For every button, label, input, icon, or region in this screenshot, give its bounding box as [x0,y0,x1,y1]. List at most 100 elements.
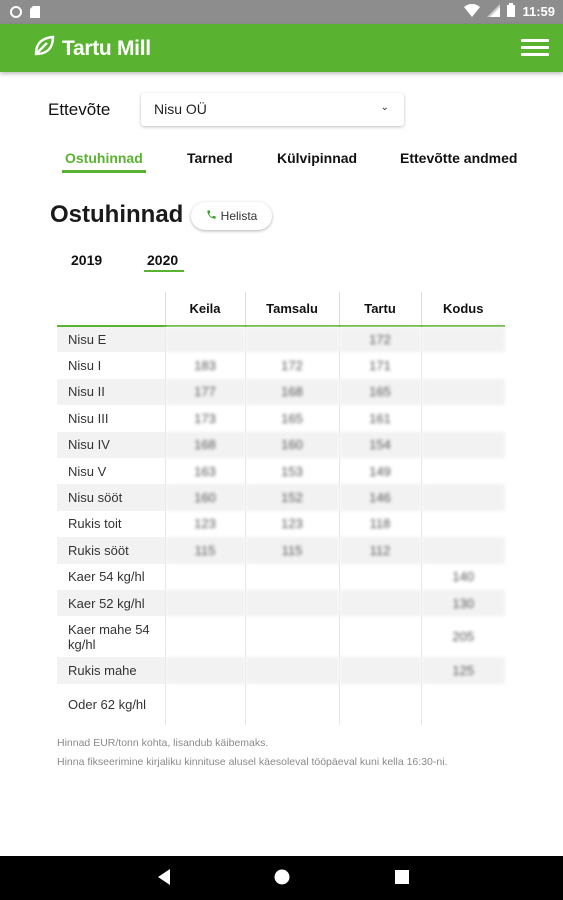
tab-ostuhinnad[interactable]: Ostuhinnad [65,150,143,166]
table-row: Nisu IV 168 160 154 [57,431,505,458]
price-cell-keila: 183 [164,352,245,379]
table-row: Rukis toit 123 123 118 [57,510,505,538]
status-bar: 11:59 [0,0,563,24]
price-cell-tamsalu [244,683,339,725]
row-grain-name: Nisu II [57,378,165,406]
price-cell-keila [164,589,245,617]
table-row: Rukis sööt 115 115 112 [57,537,505,564]
table-row: Kaer 54 kg/hl 140 [57,563,505,590]
header-cell-tamsalu: Tamsalu [244,292,339,327]
row-grain-name: Nisu E [57,326,165,353]
price-cell-tartu: 154 [338,431,421,458]
header-cell-tartu: Tartu [338,292,421,327]
table-header-row: Keila Tamsalu Tartu Kodus [57,292,505,327]
price-cell-kodus [420,405,505,432]
price-cell-tamsalu: 123 [244,510,339,538]
price-cell-tamsalu: 165 [244,405,339,432]
chevron-down-icon: ⌄ [380,102,389,113]
price-cell-tartu [338,589,421,617]
system-nav-bar [0,856,563,900]
price-cell-tamsalu: 153 [244,457,339,485]
header-cell-keila: Keila [164,292,245,327]
price-cell-tamsalu [244,589,339,617]
signal-icon [487,3,501,20]
table-row: Nisu I 183 172 171 [57,352,505,379]
price-cell-keila: 163 [164,457,245,485]
page-title: Ostuhinnad [50,201,184,228]
company-select-value: Nisu OÜ [154,101,207,117]
active-tab-indicator [62,170,146,173]
price-cell-kodus: 130 [420,589,505,617]
status-time: 11:59 [522,4,555,19]
table-row: Kaer 52 kg/hl 130 [57,589,505,617]
price-cell-tartu: 149 [338,457,421,485]
price-cell-tartu: 172 [338,326,421,353]
table-row: Oder 62 kg/hl [57,683,505,725]
price-cell-tamsalu: 152 [244,484,339,511]
row-grain-name: Kaer 52 kg/hl [57,589,165,617]
price-cell-tamsalu: 160 [244,431,339,458]
price-cell-kodus [420,484,505,511]
circle-notification-icon [10,5,22,23]
price-cell-tamsalu: 115 [244,537,339,564]
row-grain-name: Rukis mahe [57,657,165,684]
price-cell-keila: 115 [164,537,245,564]
year-tab-2019[interactable]: 2019 [71,252,102,268]
header-cell-empty [57,292,165,327]
price-cell-keila [164,616,245,658]
price-cell-keila: 123 [164,510,245,538]
row-grain-name: Kaer mahe 54 kg/hl [68,621,150,652]
price-cell-keila: 168 [164,431,245,458]
price-cell-kodus: 205 [420,616,505,658]
row-grain-name: Nisu I [68,358,102,374]
app-bar: Tartu Mill [0,24,563,72]
price-cell-tamsalu [244,326,339,353]
price-cell-keila: 160 [164,484,245,511]
home-icon[interactable] [273,868,291,891]
price-cell-tartu: 118 [338,510,421,538]
price-cell-tartu [338,563,421,590]
row-grain-name: Nisu sööt [57,484,165,511]
price-cell-keila [164,326,245,353]
price-cell-tartu: 146 [338,484,421,511]
table-row: Nisu E 172 [57,326,505,353]
active-year-indicator [144,270,184,272]
price-cell-kodus [420,378,505,406]
row-grain-name: Nisu IV [57,431,165,458]
sd-card-icon [30,5,40,23]
tab-ettevotte-andmed[interactable]: Ettevõtte andmed [400,150,517,166]
tab-kulvipinnad[interactable]: Külvipinnad [277,150,357,166]
price-cell-kodus: 140 [420,563,505,590]
price-cell-keila: 177 [164,378,245,406]
price-cell-tamsalu [244,616,339,658]
phone-icon [206,207,217,225]
recents-icon[interactable] [395,870,409,889]
price-cell-keila: 173 [164,405,245,432]
battery-icon [507,3,516,20]
price-cell-tartu [338,657,421,684]
leaf-logo-icon [32,34,56,63]
price-cell-tartu: 112 [338,537,421,564]
price-cell-tartu: 161 [338,405,421,432]
row-grain-name: Rukis toit [68,516,122,532]
price-table: Keila Tamsalu Tartu Kodus Nisu E 172 Nisu … [57,292,505,725]
price-cell-kodus [420,457,505,485]
year-tab-2020[interactable]: 2020 [147,252,178,268]
app-logo-text: Tartu Mill [62,36,151,60]
wifi-icon [464,3,481,20]
tab-tarned[interactable]: Tarned [187,150,233,166]
price-cell-kodus [420,431,505,458]
row-grain-name: Oder 62 kg/hl [68,696,147,712]
call-button[interactable]: Helista [191,202,272,230]
table-row: Rukis mahe 125 [57,657,505,684]
hamburger-menu-icon[interactable] [519,36,551,60]
row-grain-name: Nisu V [68,463,107,479]
back-icon[interactable] [156,868,172,891]
company-select[interactable]: Nisu OÜ ⌄ [141,93,404,126]
price-cell-tamsalu [244,563,339,590]
table-row: Nisu II 177 168 165 [57,378,505,406]
app-logo[interactable]: Tartu Mill [32,34,151,63]
price-cell-tamsalu [244,657,339,684]
price-cell-tartu: 165 [338,378,421,406]
fixing-note: Hinna fikseerimine kirjaliku kinnituse a… [57,756,448,768]
